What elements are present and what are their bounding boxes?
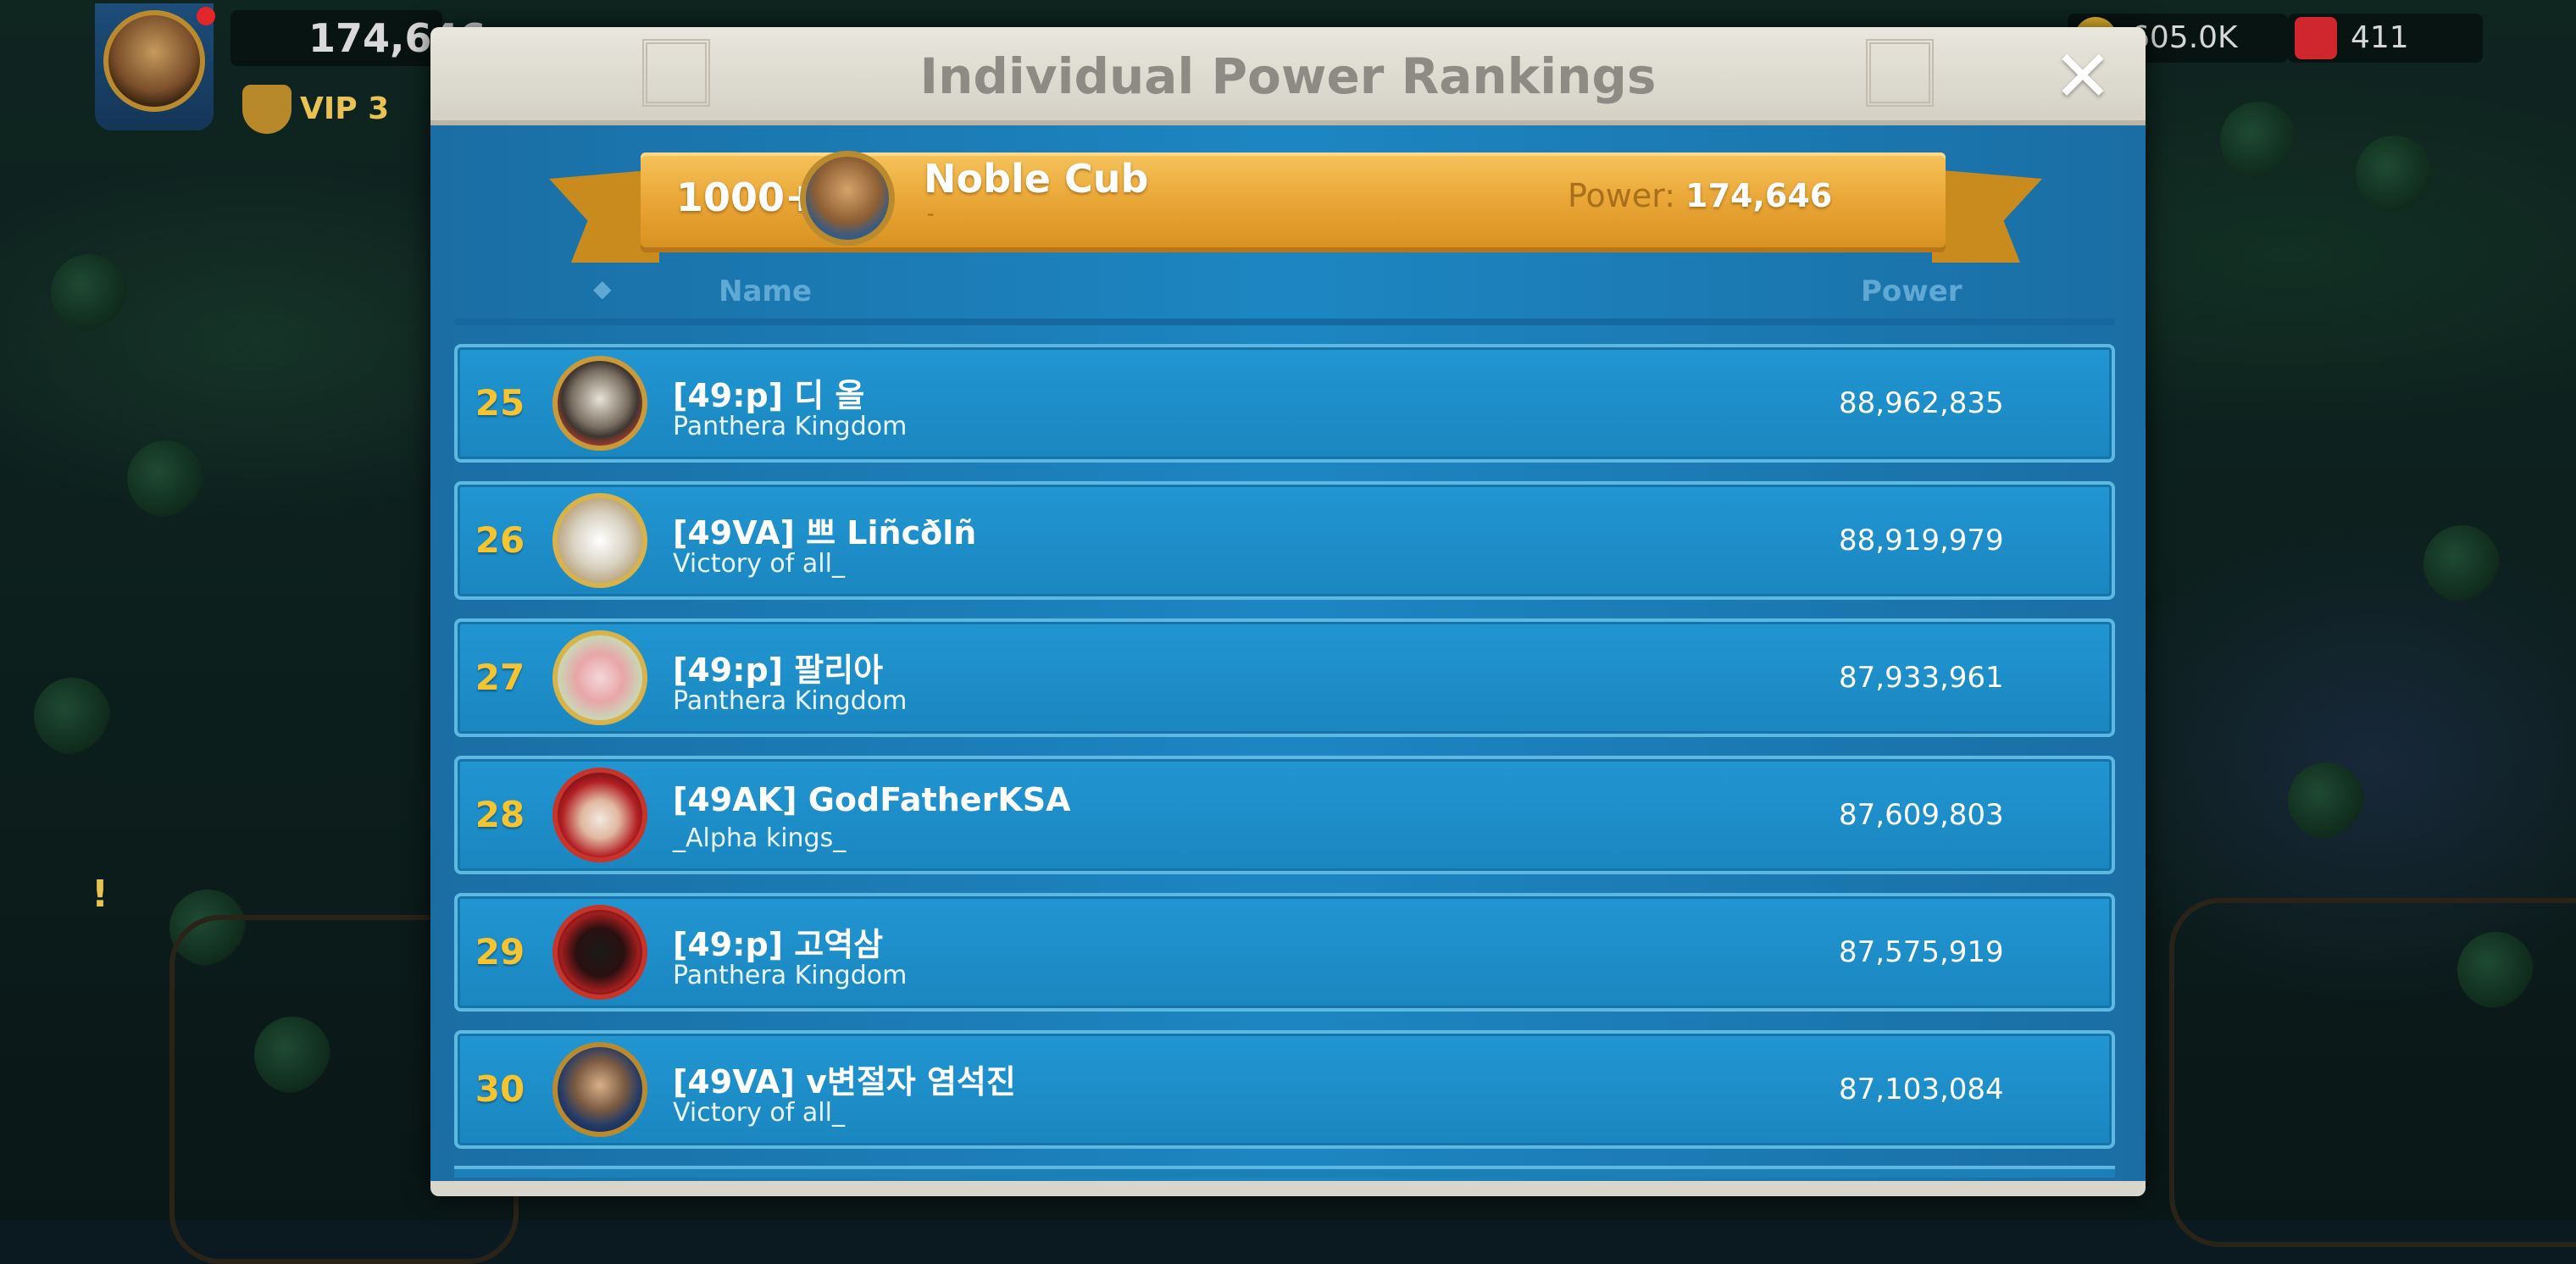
player-avatar[interactable] — [552, 630, 647, 725]
my-power-label: Power: — [1568, 177, 1676, 214]
modal-title: Individual Power Rankings — [919, 47, 1657, 105]
player-power: 87,933,961 — [1839, 661, 2004, 695]
my-rank-number: 1000+ — [676, 175, 818, 220]
player-alliance: Panthera Kingdom — [673, 961, 908, 990]
gem-icon — [2295, 17, 2337, 59]
player-avatar[interactable] — [552, 1042, 647, 1137]
row-rank: 27 — [475, 657, 525, 698]
modal-footer — [430, 1181, 2146, 1196]
row-rank: 30 — [475, 1068, 525, 1110]
player-power: 87,609,803 — [1839, 798, 2004, 832]
player-alliance: Panthera Kingdom — [673, 412, 908, 441]
vip-badge[interactable]: VIP 3 — [239, 80, 391, 139]
ranking-row[interactable]: 27 [49:p] 팔리아 Panthera Kingdom 87,933,96… — [454, 618, 2115, 737]
player-power: 87,575,919 — [1839, 935, 2004, 969]
my-alliance: - — [927, 202, 935, 225]
gem-value: 411 — [2351, 20, 2409, 55]
modal-header: Individual Power Rankings ✕ — [430, 27, 2146, 125]
gem-resource[interactable]: 411 — [2288, 14, 2483, 63]
tree — [2356, 136, 2432, 212]
vip-shield-icon — [242, 85, 291, 134]
player-portrait — [103, 10, 205, 112]
tree — [127, 441, 203, 517]
column-header-name: Name — [719, 274, 812, 308]
alert-icon[interactable]: ! — [92, 873, 108, 916]
row-rank: 25 — [475, 382, 525, 424]
row-rank: 29 — [475, 931, 525, 973]
player-alliance: Victory of all_ — [673, 1098, 845, 1128]
player-avatar[interactable] — [552, 768, 647, 862]
player-alliance: Victory of all_ — [673, 549, 845, 579]
ranking-row[interactable]: 26 [49VA] 쁘 Liñcðlñ Victory of all_ 88,9… — [454, 481, 2115, 600]
player-name: [49VA] 쁘 Liñcðlñ — [673, 514, 977, 552]
my-avatar — [800, 151, 895, 246]
ranking-row[interactable]: 25 [49:p] 디 올 Panthera Kingdom 88,962,83… — [454, 344, 2115, 463]
tree — [2288, 762, 2364, 839]
player-name: [49:p] 고역삼 — [673, 926, 884, 963]
close-button[interactable]: ✕ — [2049, 41, 2117, 112]
player-avatar[interactable] — [552, 905, 647, 1000]
player-name: [49AK] GodFatherKSA — [673, 781, 1071, 818]
ranking-row[interactable]: 29 [49:p] 고역삼 Panthera Kingdom 87,575,91… — [454, 893, 2115, 1012]
my-power-value: 174,646 — [1685, 177, 1833, 214]
road — [2169, 898, 2576, 1247]
player-power: 88,919,979 — [1839, 524, 2004, 557]
player-power: 88,962,835 — [1839, 386, 2004, 420]
vip-label: VIP 3 — [300, 91, 390, 126]
ranking-row[interactable]: 28 [49AK] GodFatherKSA _Alpha kings_ 87,… — [454, 756, 2115, 874]
player-avatar[interactable] — [552, 356, 647, 451]
player-avatar-button[interactable] — [95, 3, 214, 130]
tree — [2423, 525, 2500, 602]
player-alliance: _Alpha kings_ — [673, 823, 847, 853]
player-alliance: Panthera Kingdom — [673, 686, 908, 716]
column-header-power: Power — [1861, 274, 1963, 308]
row-rank: 28 — [475, 794, 525, 835]
row-rank: 26 — [475, 519, 525, 561]
my-power: Power: 174,646 — [1568, 175, 1832, 217]
my-player-name: Noble Cub — [924, 156, 1149, 202]
player-name: [49VA] v변절자 염석진 — [673, 1063, 1016, 1100]
player-name: [49:p] 팔리아 — [673, 651, 884, 689]
ranking-row[interactable]: 30 [49VA] v변절자 염석진 Victory of all_ 87,10… — [454, 1030, 2115, 1149]
gold-value: 605.0K — [2130, 20, 2238, 55]
tree — [51, 254, 127, 330]
tree — [2220, 102, 2296, 178]
header-divider — [454, 319, 2115, 325]
player-avatar[interactable] — [552, 493, 647, 588]
player-name: [49:p] 디 올 — [673, 377, 865, 414]
player-power: 87,103,084 — [1839, 1073, 2004, 1106]
notification-dot — [197, 7, 215, 25]
tree — [34, 678, 110, 754]
hud-power-display[interactable]: 174,646 — [230, 10, 486, 66]
next-row-peek — [454, 1166, 2115, 1178]
column-header-rank: ◆ — [593, 274, 612, 302]
